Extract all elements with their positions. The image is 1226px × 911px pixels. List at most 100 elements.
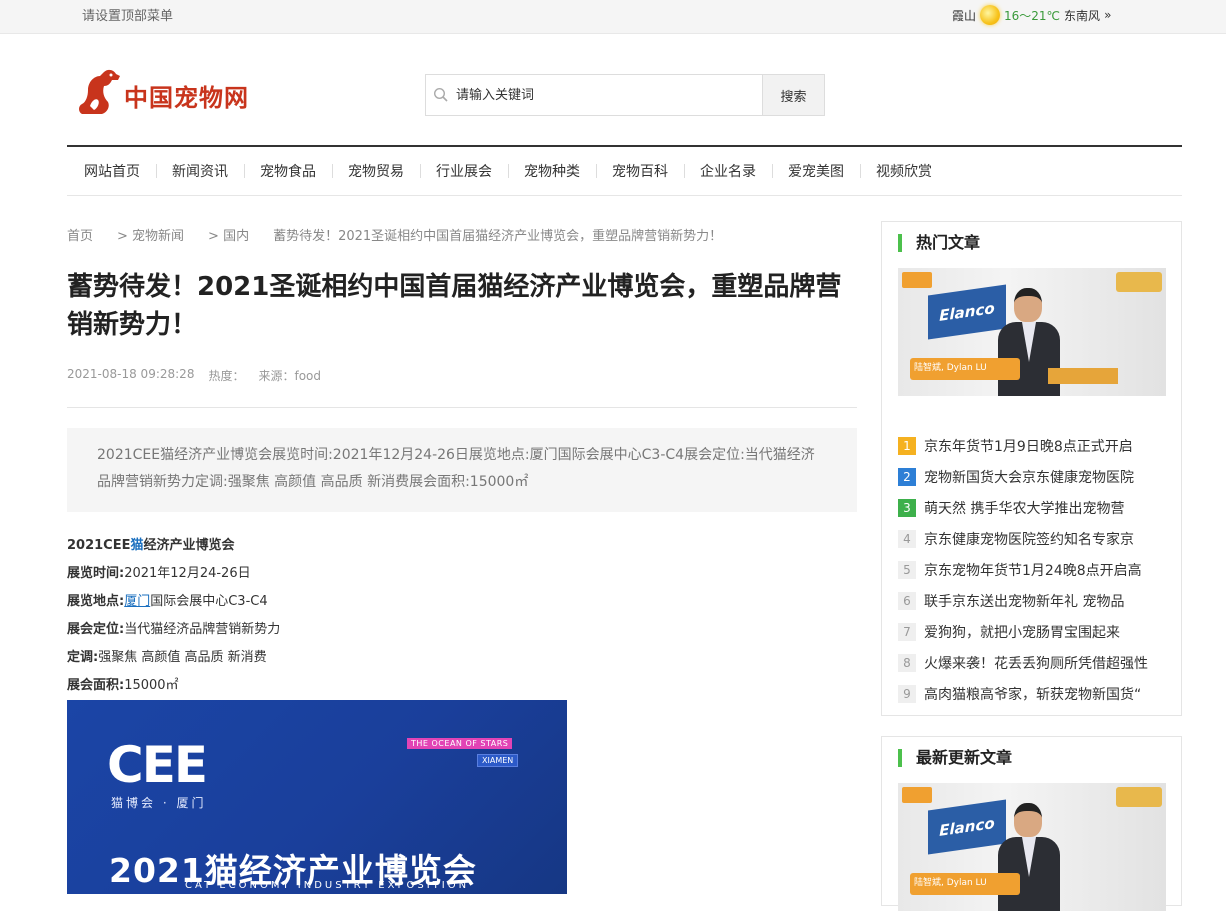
rank-badge: 2 — [898, 467, 916, 486]
weather-wind: 东南风 — [1064, 8, 1101, 23]
thumb-badge-left — [902, 787, 932, 803]
latest-article-thumbnail[interactable]: Elanco 陆智斌, Dylan LU — [898, 783, 1166, 911]
poster-cee-logo: CEE — [107, 736, 208, 794]
position-value: 当代猫经济品牌营销新势力 — [124, 622, 281, 637]
nav-directory[interactable]: 企业名录 — [684, 161, 772, 181]
thumb-badge-right — [1116, 787, 1162, 807]
nav-exhibitions[interactable]: 行业展会 — [420, 161, 508, 181]
weather-temp: 16～21℃ — [1004, 8, 1061, 23]
xiamen-link[interactable]: 厦门 — [124, 594, 150, 609]
poster-tag-ocean: THE OCEAN OF STARS — [407, 738, 513, 749]
hot-articles-panel: 热门文章 Elanco 陆智斌, Dylan LU 1 京东年货节1月9日晚8点正… — [881, 221, 1182, 716]
breadcrumb-home[interactable]: 首页 — [67, 225, 93, 244]
speaker-head — [1014, 803, 1042, 837]
area-label: 展会面积: — [67, 678, 125, 693]
list-item[interactable]: 1 京东年货节1月9日晚8点正式开启 — [898, 430, 1168, 461]
article-date: 2021-08-18 09:28:28 — [67, 367, 195, 381]
weather-widget[interactable]: 霞山 16～21℃ 东南风 » — [952, 5, 1111, 25]
list-item[interactable]: 9 高肉猫粮高爷家，斩获宠物新国货“ — [898, 678, 1168, 709]
place-label: 展览地点: — [67, 594, 125, 609]
list-item-title[interactable]: 宠物新国货大会京东健康宠物医院 — [924, 467, 1134, 487]
site-logo[interactable]: 中国宠物网 — [74, 66, 249, 116]
list-item[interactable]: 5 京东宠物年货节1月24晚8点开启高 — [898, 554, 1168, 585]
list-item-title[interactable]: 萌天然 携手华农大学推出宠物营 — [924, 498, 1124, 518]
hot-articles-list: 1 京东年货节1月9日晚8点正式开启 2 宠物新国货大会京东健康宠物医院 3 萌天然 … — [898, 430, 1168, 709]
rank-badge: 4 — [898, 529, 916, 548]
article-source: 来源：food — [258, 369, 321, 383]
poster-tag-xiamen: XIAMEN — [477, 754, 519, 767]
thumb-badge-right — [1116, 272, 1162, 292]
position-label: 展会定位: — [67, 622, 125, 637]
article-summary: 2021CEE猫经济产业博览会展览时间:2021年12月24-26日展览地点:厦… — [67, 428, 857, 512]
search-button[interactable]: 搜索 — [762, 75, 824, 115]
divider — [67, 407, 857, 408]
rank-badge: 9 — [898, 684, 916, 703]
body-line-time: 展览时间:2021年12月24-26日 — [67, 560, 280, 588]
nav-pet-trade[interactable]: 宠物贸易 — [332, 161, 420, 181]
nav-pet-species[interactable]: 宠物种类 — [508, 161, 596, 181]
top-menu-placeholder: 请设置顶部菜单 — [82, 9, 174, 24]
site-name: 中国宠物网 — [124, 82, 249, 112]
latest-articles-title: 最新更新文章 — [898, 749, 1012, 767]
breadcrumb-domestic[interactable]: > 国内 — [208, 225, 249, 244]
body-line-tone: 定调:强聚焦 高颜值 高品质 新消费 — [67, 644, 280, 672]
expo-poster-image: CEE 猫博会 · 厦门 THE OCEAN OF STARS XIAMEN 2… — [67, 700, 567, 894]
tone-value: 强聚焦 高颜值 高品质 新消费 — [98, 650, 267, 665]
thumb-caption: 陆智斌, Dylan LU — [914, 363, 987, 373]
latest-articles-panel: 最新更新文章 Elanco 陆智斌, Dylan LU — [881, 736, 1182, 911]
thumb-caption: 陆智斌, Dylan LU — [914, 878, 987, 888]
list-item-title[interactable]: 爱狗狗，就把小宠肠胃宝围起来 — [924, 622, 1120, 642]
hot-articles-title: 热门文章 — [898, 234, 980, 252]
list-item-title[interactable]: 火爆来袭！花丢丢狗厕所凭借超强性 — [924, 653, 1148, 673]
list-item[interactable]: 8 火爆来袭！花丢丢狗厕所凭借超强性 — [898, 647, 1168, 678]
poster-english: CAT ECONOMY INDUSTRY EXPOSITION — [185, 880, 470, 891]
rank-badge: 5 — [898, 560, 916, 579]
list-item-title[interactable]: 联手京东送出宠物新年礼 宠物品 — [924, 591, 1124, 611]
nav-home[interactable]: 网站首页 — [67, 161, 156, 181]
body-title-part: 经济产业博览会 — [143, 538, 235, 553]
rank-badge: 6 — [898, 591, 916, 610]
poster-subtitle: 猫博会 · 厦门 — [111, 796, 207, 810]
hot-article-thumbnail[interactable]: Elanco 陆智斌, Dylan LU — [898, 268, 1166, 396]
body-line-area: 展会面积:15000㎡ — [67, 672, 280, 700]
time-value: 2021年12月24-26日 — [124, 566, 251, 581]
list-item-title[interactable]: 京东健康宠物医院签约知名专家京 — [924, 529, 1134, 549]
list-item[interactable]: 2 宠物新国货大会京东健康宠物医院 — [898, 461, 1168, 492]
article-heat: 热度： — [208, 369, 245, 383]
weather-city: 霞山 — [952, 8, 977, 23]
weather-more-icon[interactable]: » — [1104, 8, 1111, 22]
list-item-title[interactable]: 京东宠物年货节1月24晚8点开启高 — [924, 560, 1142, 580]
list-item-title[interactable]: 高肉猫粮高爷家，斩获宠物新国货“ — [924, 684, 1141, 704]
nav-news[interactable]: 新闻资讯 — [156, 161, 244, 181]
article-title: 蓄势待发！2021圣诞相约中国首届猫经济产业博览会，重塑品牌营销新势力！ — [67, 272, 842, 340]
thumb-product-shelf — [1048, 368, 1118, 384]
list-item-title[interactable]: 京东年货节1月9日晚8点正式开启 — [924, 436, 1133, 456]
nav-pet-encyclopedia[interactable]: 宠物百科 — [596, 161, 684, 181]
breadcrumb: 首页 > 宠物新闻 > 国内 蓄势待发！2021圣诞相约中国首届猫经济产业博览会… — [67, 225, 722, 244]
body-line-title: 2021CEE猫经济产业博览会 — [67, 532, 280, 560]
article-meta: 2021-08-18 09:28:28 热度： 来源：food — [67, 367, 321, 384]
list-item[interactable]: 6 联手京东送出宠物新年礼 宠物品 — [898, 585, 1168, 616]
nav-videos[interactable]: 视频欣赏 — [860, 161, 948, 181]
thumb-badge-left — [902, 272, 932, 288]
list-item[interactable]: 7 爱狗狗，就把小宠肠胃宝围起来 — [898, 616, 1168, 647]
place-value: 国际会展中心C3-C4 — [150, 594, 268, 609]
search-input[interactable] — [456, 75, 762, 115]
list-item[interactable]: 4 京东健康宠物医院签约知名专家京 — [898, 523, 1168, 554]
nav-gallery[interactable]: 爱宠美图 — [772, 161, 860, 181]
body-line-place: 展览地点:厦门国际会展中心C3-C4 — [67, 588, 280, 616]
rank-badge: 8 — [898, 653, 916, 672]
rank-badge: 1 — [898, 436, 916, 455]
body-line-position: 展会定位:当代猫经济品牌营销新势力 — [67, 616, 280, 644]
time-label: 展览时间: — [67, 566, 125, 581]
sun-icon — [980, 5, 1001, 25]
rank-badge: 7 — [898, 622, 916, 641]
nav-pet-food[interactable]: 宠物食品 — [244, 161, 332, 181]
list-item[interactable]: 3 萌天然 携手华农大学推出宠物营 — [898, 492, 1168, 523]
breadcrumb-pet-news[interactable]: > 宠物新闻 — [117, 225, 184, 244]
main-nav: 网站首页 新闻资讯 宠物食品 宠物贸易 行业展会 宠物种类 宠物百科 企业名录 … — [67, 145, 1182, 196]
rank-badge: 3 — [898, 498, 916, 517]
pet-logo-icon — [74, 66, 122, 116]
cat-link[interactable]: 猫 — [130, 538, 143, 553]
speaker-head — [1014, 288, 1042, 322]
